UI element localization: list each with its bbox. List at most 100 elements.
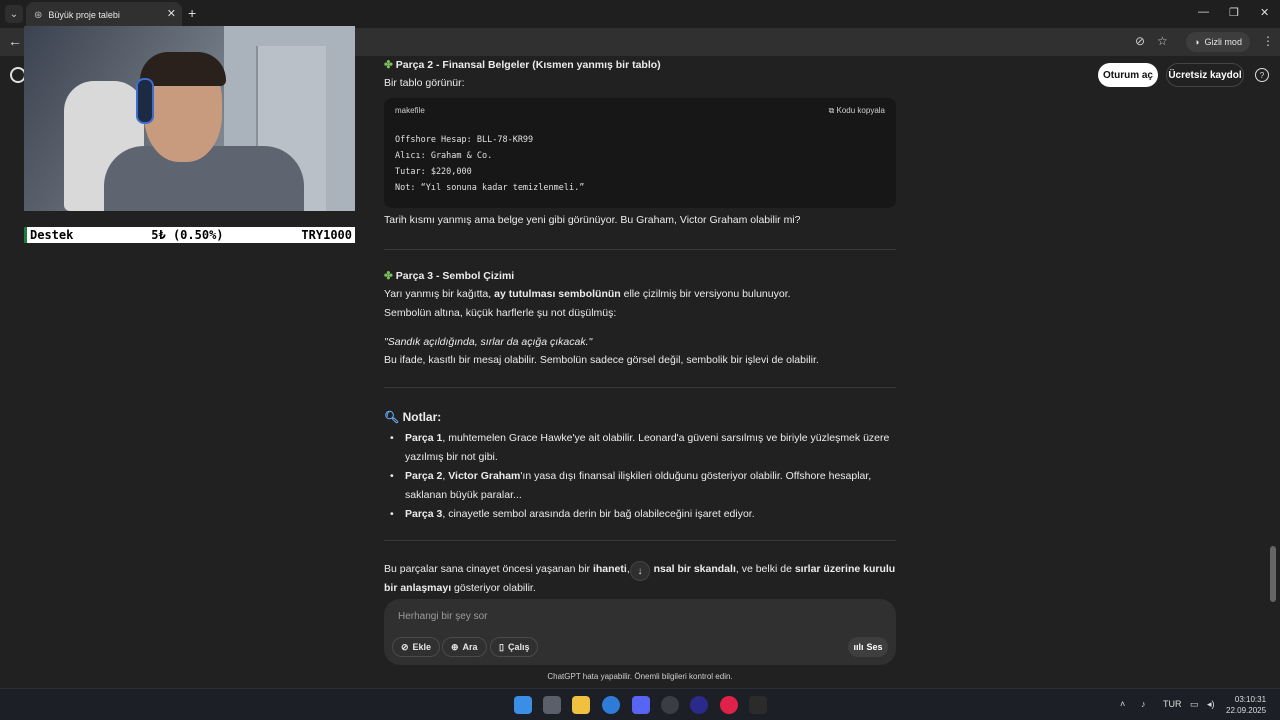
browser-tab[interactable]: ⊛ Büyük proje talebi ✕ <box>26 2 182 28</box>
login-button[interactable]: Oturum aç <box>1098 63 1158 87</box>
composer[interactable]: Herhangi bir şey sor ⊘ Ekle ⊕ Ara ▯ Çalış ı… <box>384 599 896 665</box>
waveform-icon: ıılı <box>853 642 864 652</box>
add-button[interactable]: ⊘ Ekle <box>392 637 441 657</box>
clock-time: 03:10:31 <box>1234 695 1267 704</box>
part3-line2: Sembolün altına, küçük harflerle şu not … <box>384 307 617 319</box>
divider <box>384 540 896 541</box>
copy-code-button[interactable]: ⧉ Kodu kopyala <box>829 106 885 124</box>
part2-block: ✤ Parça 2 - Finansal Belgeler (Kısmen ya… <box>384 56 896 92</box>
windows-start-icon[interactable] <box>514 696 532 714</box>
bold-span: Parça 1 <box>405 432 443 444</box>
signup-button[interactable]: Ücretsiz kaydol <box>1166 63 1244 87</box>
text-span: Bu parçalar sana cinayet öncesi yaşanan … <box>384 563 593 575</box>
bold-span: ihaneti <box>592 563 627 575</box>
copy-icon: ⧉ <box>828 106 835 115</box>
headset-icon <box>136 78 154 124</box>
text-span: elle çizilmiş bir versiyonu bulunuyor. <box>620 288 791 300</box>
part3-quote: "Sandık açıldığında, sırlar da açığa çık… <box>384 336 593 348</box>
language-indicator[interactable]: TUR <box>1163 699 1182 709</box>
voice-button[interactable]: ıılı Ses <box>848 637 888 657</box>
note-item: Parça 2, Victor Graham'ın yasa dışı fina… <box>384 467 896 505</box>
system-clock[interactable]: 03:10:31 22.09.2025 <box>1226 694 1266 716</box>
notes-block: 🔍︎ Notlar: Parça 1, muhtemelen Grace Haw… <box>384 407 896 524</box>
browser-tabbar: ⌄ ⊛ Büyük proje talebi ✕ + — ❐ ✕ <box>0 0 1280 28</box>
bold-span: nsal bir skandalı <box>653 563 736 575</box>
app-icon[interactable] <box>661 696 679 714</box>
notes-title: Notlar: <box>402 410 442 424</box>
magnifier-icon: 🔍︎ <box>384 410 400 424</box>
eye-off-icon[interactable]: ⊘ <box>1135 34 1145 48</box>
restore-icon[interactable]: ❐ <box>1229 6 1239 19</box>
discord-icon[interactable] <box>632 696 650 714</box>
tab-list-button[interactable]: ⌄ <box>5 5 23 23</box>
clock-date: 22.09.2025 <box>1226 706 1267 715</box>
search-label: Ara <box>462 642 478 652</box>
incognito-badge[interactable]: ◑ Gizli mod <box>1186 32 1250 52</box>
part2-after: Tarih kısmı yanmış ama belge yeni gibi g… <box>384 214 801 226</box>
part2-title: Parça 2 - Finansal Belgeler (Kısmen yanm… <box>395 59 661 71</box>
chrome-icon[interactable] <box>602 696 620 714</box>
puzzle-icon: ✤ <box>384 59 393 71</box>
scroll-down-arrow-icon[interactable]: ↓ <box>630 561 650 581</box>
note-item: Parça 3, cinayetle sembol arasında derin… <box>384 505 896 524</box>
volume-icon[interactable]: ◂) <box>1207 699 1215 710</box>
webcam-overlay <box>24 26 355 211</box>
puzzle-icon: ✤ <box>384 270 393 282</box>
donate-goal: TRY1000 <box>301 228 352 242</box>
media-player-icon[interactable] <box>720 696 738 714</box>
part3-line1: Yarı yanmış bir kağıtta, ay tutulması se… <box>384 285 896 303</box>
study-label: Çalış <box>507 642 530 652</box>
task-view-icon[interactable] <box>543 696 561 714</box>
text-span: , muhtemelen Grace Hawke'ye ait olabilir… <box>405 432 890 463</box>
part3-title: Parça 3 - Sembol Çizimi <box>395 270 515 282</box>
paperclip-icon: ⊘ <box>401 641 409 652</box>
text-span: , ve belki de <box>735 563 795 575</box>
divider <box>384 249 896 250</box>
code-content: Offshore Hesap: BLL-78-KR99 Alıcı: Graha… <box>395 135 585 193</box>
study-button[interactable]: ▯ Çalış <box>490 637 539 657</box>
tab-title: Büyük proje talebi <box>48 10 120 20</box>
microphone-icon[interactable]: ♪ <box>1141 699 1146 709</box>
incognito-icon: ◑ <box>1194 37 1200 47</box>
new-tab-icon[interactable]: + <box>188 5 196 21</box>
close-window-icon[interactable]: ✕ <box>1260 6 1269 19</box>
donate-label: Destek <box>30 228 74 242</box>
bold-span: ay tutulması sembolünün <box>494 288 621 300</box>
cam-person-hair <box>140 52 226 86</box>
search-button[interactable]: ⊕ Ara <box>442 637 487 657</box>
book-icon: ▯ <box>499 641 504 652</box>
help-icon[interactable]: ? <box>1255 68 1269 82</box>
globe-icon: ⊕ <box>451 641 459 652</box>
file-explorer-icon[interactable] <box>572 696 590 714</box>
chatgpt-favicon-icon: ⊛ <box>34 9 43 21</box>
bold-span: Victor Graham <box>448 470 521 482</box>
close-tab-icon[interactable]: ✕ <box>167 7 176 20</box>
windows-taskbar: ˄ ♪ TUR ▭ ◂) 03:10:31 22.09.2025 <box>0 688 1280 720</box>
part3-block: ✤ Parça 3 - Sembol Çizimi Yarı yanmış bi… <box>384 267 896 369</box>
code-language: makefile <box>395 106 425 115</box>
page-scrollbar[interactable] <box>1270 546 1276 602</box>
voice-label: Ses <box>866 642 883 652</box>
menu-dots-icon[interactable]: ⋮ <box>1262 34 1274 48</box>
bold-span: Parça 3 <box>405 508 443 520</box>
bold-span: Parça 2 <box>405 470 443 482</box>
minimize-icon[interactable]: — <box>1198 6 1209 18</box>
copy-code-label: Kodu kopyala <box>836 106 885 115</box>
add-label: Ekle <box>412 642 432 652</box>
bookmark-star-icon[interactable]: ☆ <box>1157 34 1168 48</box>
network-icon[interactable]: ▭ <box>1190 699 1199 710</box>
obs-icon[interactable] <box>690 696 708 714</box>
tray-chevron-icon[interactable]: ˄ <box>1120 699 1125 709</box>
prompt-input[interactable]: Herhangi bir şey sor <box>398 611 487 622</box>
code-block: makefile ⧉ Kodu kopyala Offshore Hesap: … <box>384 98 896 208</box>
text-span: , cinayetle sembol arasında derin bir ba… <box>442 508 755 520</box>
incognito-label: Gizli mod <box>1204 37 1242 47</box>
donate-amount: 5₺ (0.50%) <box>151 228 224 242</box>
part3-after: Bu ifade, kasıtlı bir mesaj olabilir. Se… <box>384 354 819 366</box>
text-span: Yarı yanmış bir kağıtta, <box>384 288 495 300</box>
back-arrow-icon[interactable]: ← <box>8 33 22 49</box>
divider <box>384 387 896 388</box>
donation-goal-bar: Destek 5₺ (0.50%) TRY1000 <box>24 227 355 243</box>
text-span: gösteriyor olabilir. <box>451 582 536 594</box>
capcut-icon[interactable] <box>749 696 767 714</box>
